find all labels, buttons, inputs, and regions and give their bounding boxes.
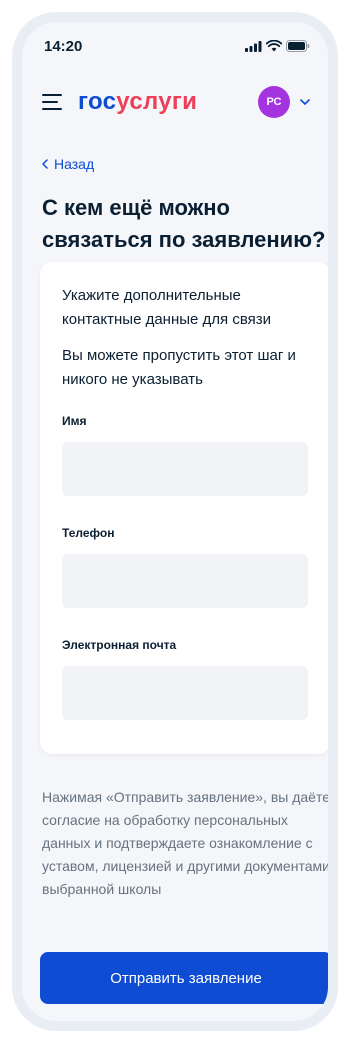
chevron-left-icon [42, 159, 48, 169]
skip-note: Вы можете пропустить этот шаг и никого н… [62, 347, 296, 388]
app-header: госуслуги РС [22, 74, 328, 130]
back-link-label: Назад [54, 156, 95, 172]
intro-text: Укажите дополнительные контактные данные… [62, 287, 272, 328]
logo-part-gos: гос [78, 88, 117, 115]
battery-icon [286, 40, 310, 52]
menu-icon[interactable] [42, 94, 64, 110]
phone-field: Телефон [62, 526, 308, 608]
email-field: Электронная почта [62, 638, 308, 720]
status-bar: 14:20 [22, 22, 328, 70]
status-time: 14:20 [44, 37, 83, 55]
page-title: С кем ещё можно связаться по заявлению? [42, 195, 326, 252]
signal-icon [245, 40, 262, 52]
name-field: Имя [62, 414, 308, 496]
logo-part-uslugi: услуги [116, 88, 198, 115]
email-field-label: Электронная почта [62, 638, 177, 652]
submit-application-button[interactable]: Отправить заявление [40, 952, 328, 1004]
email-input[interactable] [62, 666, 308, 720]
phone-frame: 14:20 госуслуги РС Назад С кем ещё можно… [12, 12, 338, 1031]
gosuslugi-logo[interactable]: госуслуги [78, 88, 197, 116]
avatar[interactable]: РС [258, 86, 290, 118]
name-field-label: Имя [62, 414, 87, 428]
contact-form-card: Укажите дополнительные контактные данные… [40, 262, 328, 754]
chevron-down-icon[interactable] [300, 99, 310, 105]
phone-field-label: Телефон [62, 526, 115, 540]
wifi-icon [266, 40, 282, 52]
status-icons [245, 40, 310, 52]
back-link[interactable]: Назад [42, 156, 94, 172]
phone-input[interactable] [62, 554, 308, 608]
name-input[interactable] [62, 442, 308, 496]
consent-text: Нажимая «Отправить заявление», вы даёте … [42, 789, 330, 897]
